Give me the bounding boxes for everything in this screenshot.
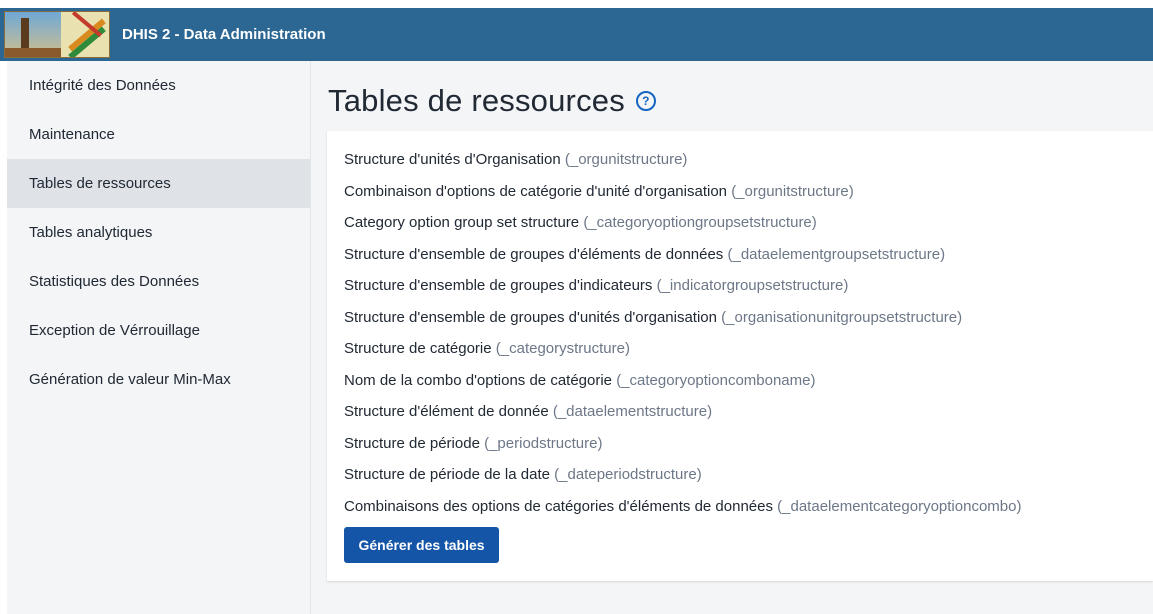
list-item: Combinaison d'options de catégorie d'uni…: [344, 180, 1021, 212]
sidebar-item-data-statistics[interactable]: Statistiques des Données: [7, 257, 310, 306]
table-code: (_dataelementstructure): [552, 403, 713, 420]
list-item: Structure d'unités d'Organisation (_orgu…: [344, 148, 1021, 180]
table-code: (_dataelementgroupsetstructure): [727, 245, 946, 263]
list-item: Nom de la combo d'options de catégorie (…: [344, 369, 1021, 401]
resource-table-list: Structure d'unités d'Organisation (_orgu…: [344, 148, 1021, 526]
table-name: Structure d'ensemble de groupes d'élémen…: [344, 245, 724, 263]
table-code: (_organisationunitgroupsetstructure): [721, 308, 963, 326]
table-code: (_categoryoptiongroupsetstructure): [583, 214, 817, 231]
sidebar-item-min-max-generation[interactable]: Génération de valeur Min-Max: [7, 355, 310, 404]
table-name: Structure d'élément de donnée: [344, 403, 549, 420]
list-item: Category option group set structure (_ca…: [344, 211, 1021, 243]
page-title: Tables de ressources: [328, 83, 625, 118]
table-code: (_indicatorgroupsetstructure): [656, 277, 849, 294]
app-header: DHIS 2 - Data Administration: [0, 8, 1153, 61]
table-code: (_orgunitstructure): [731, 182, 854, 200]
table-name: Category option group set structure: [344, 214, 580, 231]
list-item: Structure de période (_periodstructure): [344, 432, 1021, 464]
list-item: Structure d'ensemble de groupes d'élémen…: [344, 243, 1021, 275]
table-name: Nom de la combo d'options de catégorie: [344, 371, 613, 389]
list-item: Structure de période de la date (_datepe…: [344, 463, 1021, 495]
generate-tables-button[interactable]: Générer des tables: [344, 527, 499, 563]
resource-tables-card: Structure d'unités d'Organisation (_orgu…: [327, 131, 1153, 581]
list-item: Structure de catégorie (_categorystructu…: [344, 337, 1021, 369]
list-item: Structure d'ensemble de groupes d'indica…: [344, 274, 1021, 306]
table-name: Structure de période: [344, 434, 480, 452]
table-code: (_categoryoptioncomboname): [616, 371, 816, 389]
main-content: Tables de ressources ? Structure d'unité…: [311, 61, 1153, 614]
sidebar-item-resource-tables[interactable]: Tables de ressources: [7, 159, 310, 208]
sidebar-item-analytics-tables[interactable]: Tables analytiques: [7, 208, 310, 257]
table-code: (_periodstructure): [484, 434, 603, 452]
table-name: Structure d'ensemble de groupes d'unités…: [344, 308, 717, 326]
page-title-row: Tables de ressources ?: [328, 83, 656, 119]
table-name: Structure de période de la date: [344, 466, 550, 483]
sidebar-item-lock-exception[interactable]: Exception de Vérrouillage: [7, 306, 310, 355]
table-code: (_dateperiodstructure): [554, 466, 702, 483]
list-item: Structure d'ensemble de groupes d'unités…: [344, 306, 1021, 338]
help-icon[interactable]: ?: [635, 91, 656, 111]
sidebar: Intégrité des Données Maintenance Tables…: [7, 61, 311, 614]
table-name: Structure d'ensemble de groupes d'indica…: [344, 277, 653, 294]
table-code: (_categorystructure): [495, 340, 630, 357]
list-item: Combinaisons des options de catégories d…: [344, 495, 1021, 527]
table-name: Combinaisons des options de catégories d…: [344, 497, 773, 515]
app-logo[interactable]: [4, 11, 110, 58]
table-code: (_dataelementcategoryoptioncombo): [777, 497, 1022, 515]
top-strip: [0, 0, 1153, 8]
sidebar-item-maintenance[interactable]: Maintenance: [7, 110, 310, 159]
table-name: Structure d'unités d'Organisation: [344, 151, 561, 168]
sidebar-item-data-integrity[interactable]: Intégrité des Données: [7, 61, 310, 110]
table-code: (_orgunitstructure): [564, 151, 688, 168]
table-name: Structure de catégorie: [344, 340, 492, 357]
list-item: Structure d'élément de donnée (_dataelem…: [344, 400, 1021, 432]
app-title: DHIS 2 - Data Administration: [122, 26, 326, 43]
table-name: Combinaison d'options de catégorie d'uni…: [344, 182, 728, 200]
